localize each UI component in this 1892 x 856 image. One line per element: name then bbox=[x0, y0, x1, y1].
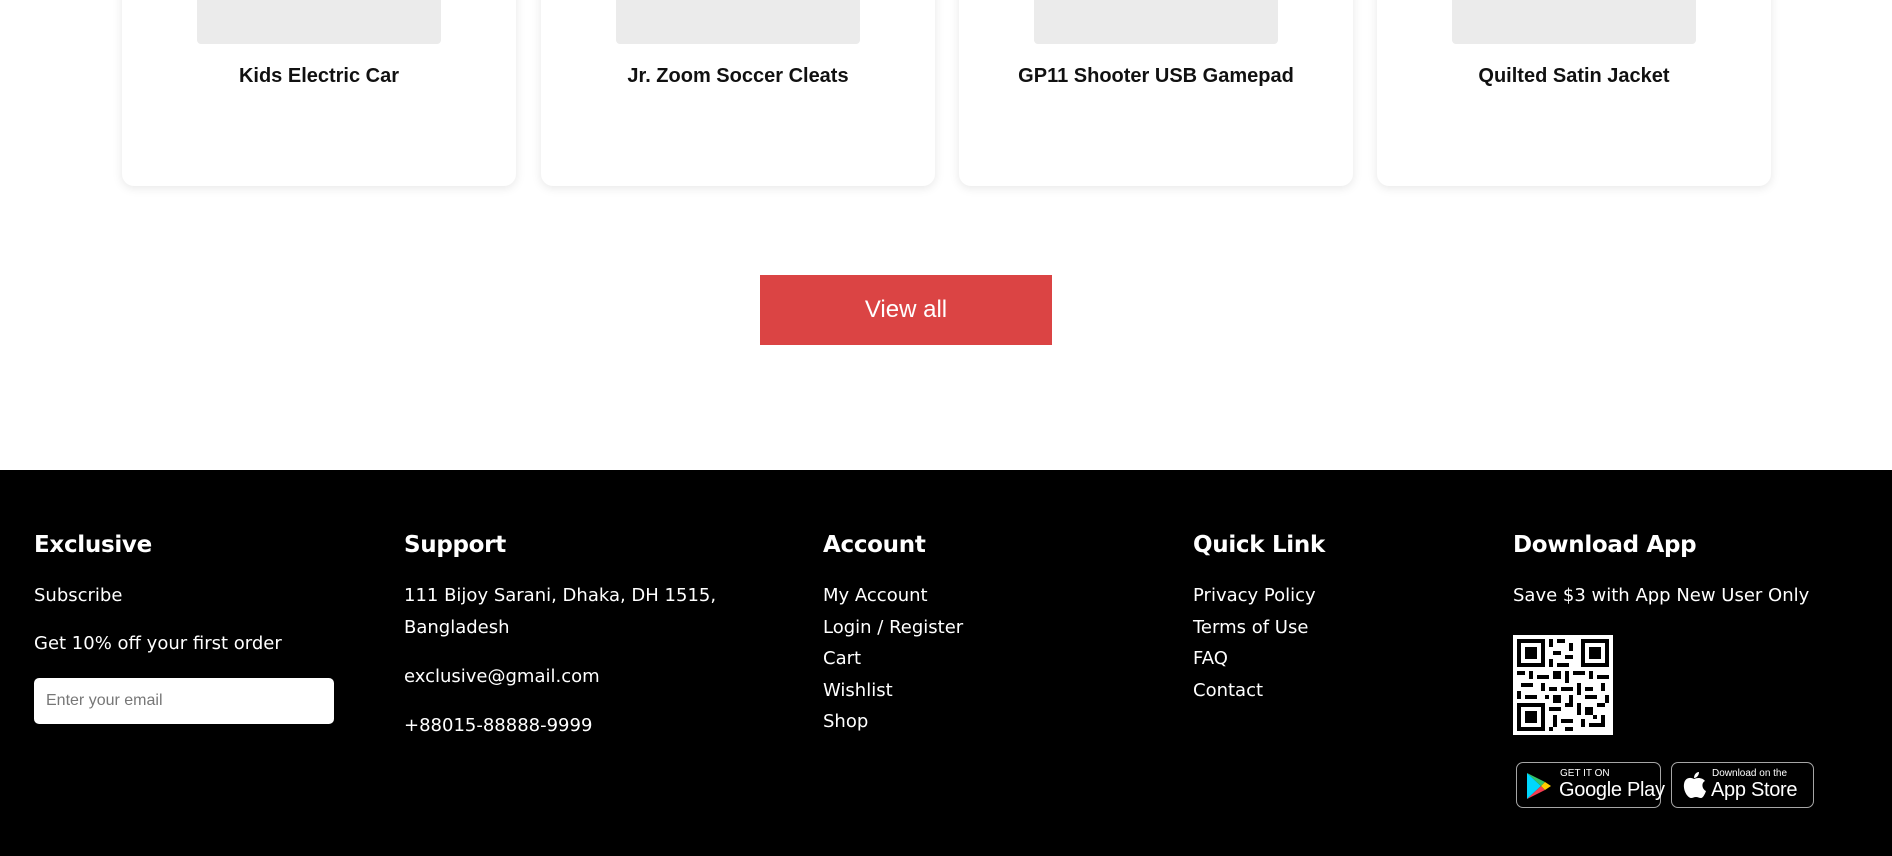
wishlist-link[interactable]: Wishlist bbox=[823, 675, 893, 706]
my-account-link[interactable]: My Account bbox=[823, 580, 928, 611]
app-store-small-label: Download on the bbox=[1712, 768, 1788, 779]
address-line-1: 111 Bijoy Sarani, Dhaka, DH 1515, bbox=[404, 585, 717, 606]
product-title[interactable]: Jr. Zoom Soccer Cleats bbox=[561, 64, 915, 89]
email-input[interactable] bbox=[34, 678, 334, 724]
privacy-policy-link[interactable]: Privacy Policy bbox=[1193, 580, 1316, 611]
google-play-icon bbox=[1527, 773, 1551, 799]
qr-code-icon bbox=[1513, 635, 1613, 735]
product-card[interactable]: Jr. Zoom Soccer Cleats bbox=[541, 0, 935, 186]
footer-heading-quick-link: Quick Link bbox=[1193, 532, 1325, 558]
product-title[interactable]: Kids Electric Car bbox=[142, 64, 496, 89]
products-section: Kids Electric Car Jr. Zoom Soccer Cleats… bbox=[0, 0, 1892, 470]
view-all-button[interactable]: View all bbox=[760, 275, 1052, 345]
google-play-big-label: Google Play bbox=[1559, 779, 1665, 801]
product-card[interactable]: Quilted Satin Jacket bbox=[1377, 0, 1771, 186]
product-title[interactable]: Quilted Satin Jacket bbox=[1397, 64, 1751, 89]
app-store-big-label: App Store bbox=[1711, 779, 1798, 801]
login-register-link[interactable]: Login / Register bbox=[823, 612, 963, 643]
product-card[interactable]: GP11 Shooter USB Gamepad bbox=[959, 0, 1353, 186]
cart-link[interactable]: Cart bbox=[823, 643, 861, 674]
support-phone-link[interactable]: +88015-88888-9999 bbox=[404, 710, 592, 741]
contact-link[interactable]: Contact bbox=[1193, 675, 1263, 706]
support-email-link[interactable]: exclusive@gmail.com bbox=[404, 661, 600, 692]
faq-link[interactable]: FAQ bbox=[1193, 643, 1228, 674]
offer-text: Get 10% off your first order bbox=[34, 633, 282, 654]
app-promo-text: Save $3 with App New User Only bbox=[1513, 585, 1810, 606]
footer-heading-download-app: Download App bbox=[1513, 532, 1697, 558]
product-title[interactable]: GP11 Shooter USB Gamepad bbox=[979, 64, 1333, 89]
shop-link[interactable]: Shop bbox=[823, 706, 868, 737]
address-line-2: Bangladesh bbox=[404, 617, 510, 638]
product-image[interactable] bbox=[197, 0, 441, 44]
footer-heading-exclusive: Exclusive bbox=[34, 532, 152, 558]
footer-heading-account: Account bbox=[823, 532, 926, 558]
product-image[interactable] bbox=[1452, 0, 1696, 44]
google-play-small-label: GET IT ON bbox=[1560, 768, 1610, 779]
google-play-button[interactable]: GET IT ON Google Play bbox=[1516, 762, 1665, 808]
app-store-button[interactable]: Download on the App Store bbox=[1671, 762, 1814, 808]
product-image[interactable] bbox=[1034, 0, 1278, 44]
apple-icon bbox=[1683, 772, 1706, 798]
footer: Exclusive Subscribe Get 10% off your fir… bbox=[0, 470, 1892, 856]
terms-of-use-link[interactable]: Terms of Use bbox=[1193, 612, 1308, 643]
subscribe-link[interactable]: Subscribe bbox=[34, 580, 122, 611]
product-card[interactable]: Kids Electric Car bbox=[122, 0, 516, 186]
product-image[interactable] bbox=[616, 0, 860, 44]
footer-heading-support: Support bbox=[404, 532, 506, 558]
